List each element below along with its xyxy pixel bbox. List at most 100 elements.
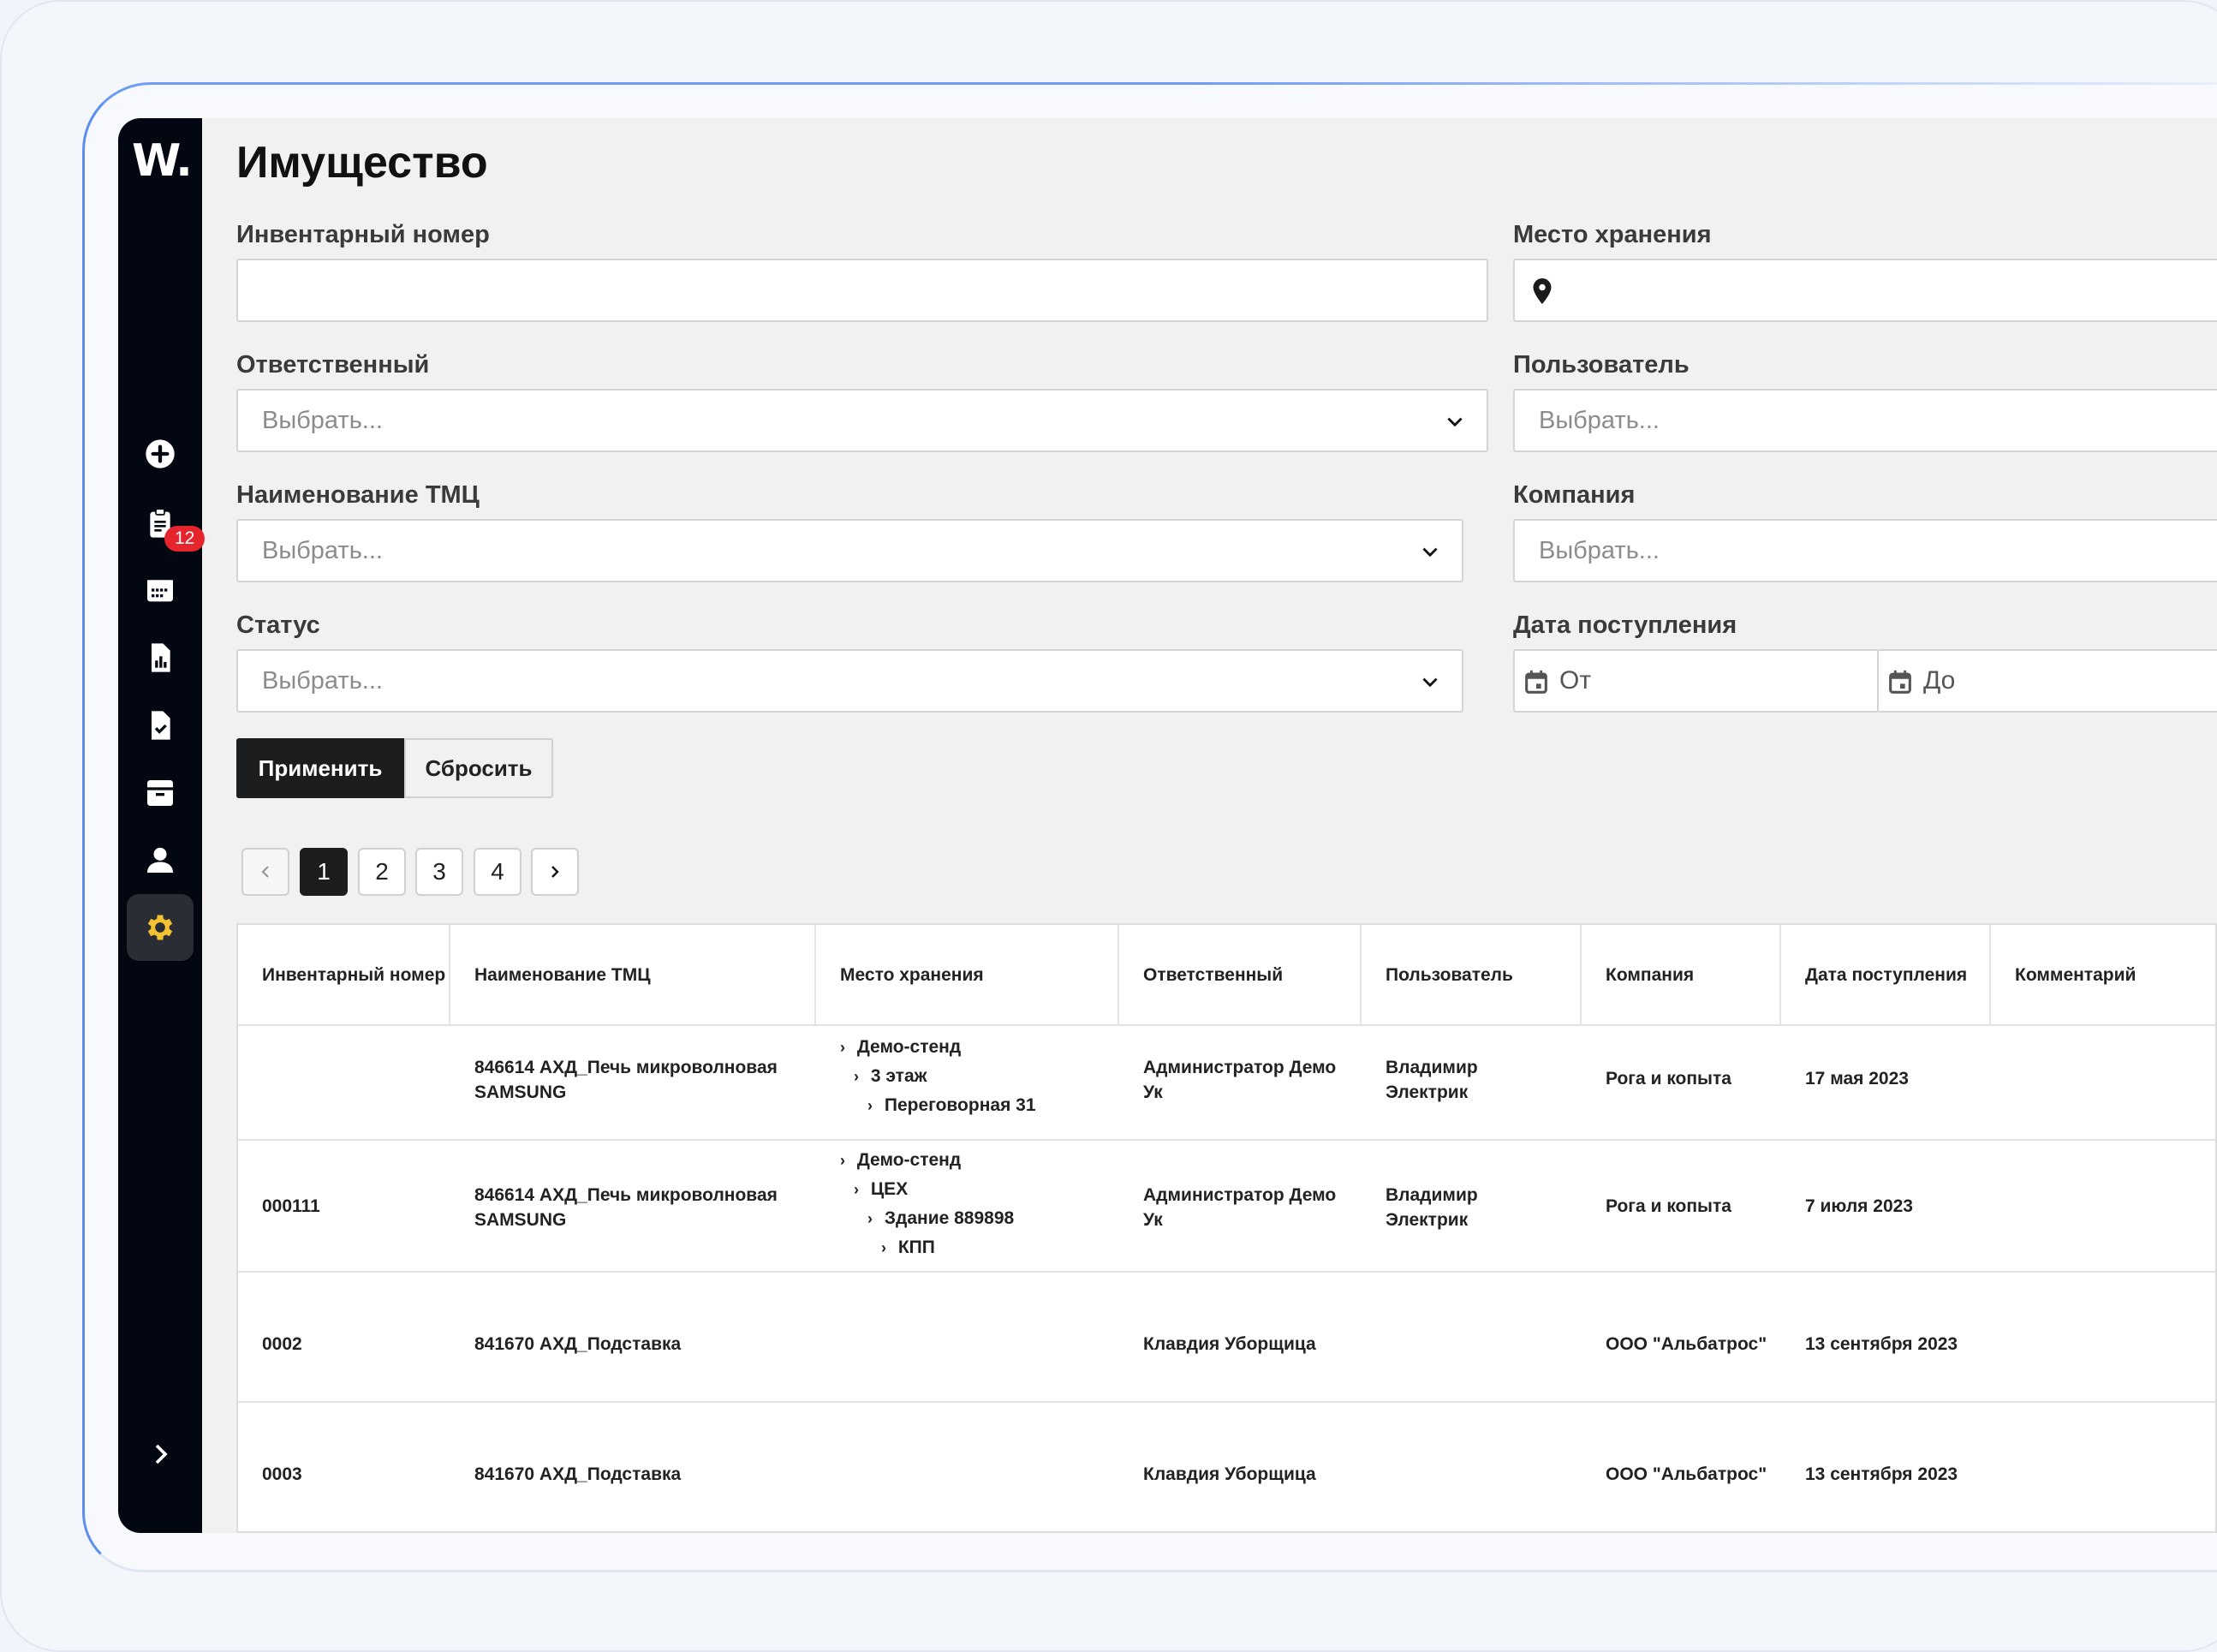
column-header-inventory-number[interactable]: Инвентарный номер (238, 925, 450, 1024)
column-header-storage-place[interactable]: Место хранения (816, 925, 1119, 1024)
cell-storage-place: › Демо-стенд › 3 этаж › Переговорная 31 (840, 1033, 1036, 1120)
cell-inventory-number: 000111 (262, 1196, 320, 1216)
cell-receipt-date: 13 сентября 2023 (1805, 1334, 1958, 1354)
chevron-right-icon: › (867, 1097, 873, 1114)
apply-button[interactable]: Применить (236, 738, 404, 798)
calendar-icon (1889, 670, 1911, 694)
status-select[interactable]: Выбрать... (236, 649, 1463, 713)
cell-item-name: 841670 АХД_Подставка (474, 1464, 682, 1484)
item-name-select[interactable]: Выбрать... (236, 519, 1463, 582)
column-header-receipt-date[interactable]: Дата поступления (1781, 925, 1991, 1024)
chevron-down-icon (1447, 417, 1463, 427)
company-select[interactable]: Выбрать... (1513, 519, 2217, 582)
row-divider (238, 1271, 2215, 1273)
tree-node: › Здание 889898 (867, 1204, 1014, 1233)
tree-node: › КПП (881, 1233, 1028, 1262)
cell-receipt-date: 13 сентября 2023 (1805, 1464, 1958, 1484)
user-icon (147, 847, 173, 873)
main-content: Имущество Инвентарный номер Место хранен… (236, 118, 2217, 1533)
column-header-responsible[interactable]: Ответственный (1119, 925, 1362, 1024)
cell-responsible: Администратор Демо Ук (1143, 1185, 1337, 1230)
cell-item-name: 841670 АХД_Подставка (474, 1334, 682, 1354)
chevron-right-icon: › (854, 1181, 859, 1198)
cell-company: Рога и копыта (1606, 1069, 1731, 1088)
sidebar-item-create[interactable] (127, 420, 194, 487)
app-logo[interactable]: W. (132, 135, 193, 187)
page-button-2[interactable]: 2 (358, 848, 406, 896)
receipt-date-label: Дата поступления (1513, 611, 1737, 639)
property-table: Инвентарный номер Наименование ТМЦ Место… (236, 923, 2217, 1533)
calendar-icon (1525, 670, 1547, 694)
sidebar-item-tasks[interactable]: 12 (127, 490, 206, 557)
chevron-right-icon: › (881, 1239, 886, 1256)
date-to-input[interactable]: До (1877, 649, 2217, 713)
sidebar: W. 12 (118, 118, 206, 1533)
cell-inventory-number: 0003 (262, 1464, 302, 1484)
cell-responsible: Клавдия Уборщица (1143, 1334, 1316, 1354)
cell-user: Владимир Электрик (1386, 1058, 1478, 1102)
plus-circle-icon (146, 439, 175, 468)
cell-storage-place: › Демо-стенд › ЦЕХ › Здание 889898 › КПП (840, 1146, 1014, 1262)
document-check-icon (152, 711, 170, 740)
prev-page-button[interactable] (241, 848, 289, 896)
sidebar-item-calendar[interactable] (127, 557, 194, 623)
status-label: Статус (236, 611, 320, 639)
sidebar-item-documents[interactable] (127, 692, 194, 759)
responsible-label: Ответственный (236, 351, 430, 379)
chevron-right-icon: › (840, 1039, 845, 1056)
sidebar-item-reports[interactable] (127, 624, 194, 691)
tree-node: › Переговорная 31 (867, 1091, 1036, 1120)
chevron-right-icon[interactable] (144, 1437, 178, 1471)
column-header-company[interactable]: Компания (1582, 925, 1781, 1024)
page-button-3[interactable]: 3 (415, 848, 463, 896)
gear-icon (147, 915, 173, 940)
date-from-input[interactable]: От (1513, 649, 1879, 713)
cell-company: ООО "Альбатрос" (1606, 1334, 1767, 1354)
page-button-1[interactable]: 1 (300, 848, 348, 896)
user-select[interactable]: Выбрать... (1513, 389, 2217, 452)
storage-place-input[interactable] (1513, 259, 2217, 322)
chevron-right-icon (551, 866, 559, 878)
tree-node: › ЦЕХ (854, 1175, 1000, 1204)
chevron-right-icon: › (867, 1210, 873, 1227)
chevron-down-icon (1422, 677, 1438, 688)
tree-node: › Демо-стенд (840, 1033, 1009, 1062)
cell-inventory-number: 0002 (262, 1334, 302, 1354)
cell-item-name: 846614 АХД_Печь микроволновая SAMSUNG (474, 1058, 778, 1102)
inventory-number-input[interactable] (236, 259, 1488, 322)
responsible-placeholder: Выбрать... (262, 407, 383, 434)
location-pin-icon (1533, 278, 1552, 304)
column-header-comment[interactable]: Комментарий (1991, 925, 2215, 1024)
responsible-select[interactable]: Выбрать... (236, 389, 1488, 452)
chevron-right-icon: › (854, 1068, 859, 1085)
column-header-item-name[interactable]: Наименование ТМЦ (450, 925, 816, 1024)
cell-responsible: Клавдия Уборщица (1143, 1464, 1316, 1484)
row-divider (238, 1401, 2215, 1403)
status-placeholder: Выбрать... (262, 667, 383, 695)
date-from-text: От (1559, 666, 1592, 695)
reset-button[interactable]: Сбросить (404, 738, 553, 798)
header-divider (238, 1024, 2215, 1026)
sidebar-item-users[interactable] (127, 826, 194, 893)
item-name-label: Наименование ТМЦ (236, 481, 480, 509)
user-placeholder: Выбрать... (1539, 407, 1660, 434)
notification-badge: 12 (164, 526, 206, 552)
next-page-button[interactable] (531, 848, 579, 896)
row-divider (238, 1139, 2215, 1141)
cell-receipt-date: 17 мая 2023 (1805, 1069, 1909, 1088)
tree-node: › 3 этаж (854, 1062, 1022, 1091)
sidebar-item-settings[interactable] (127, 894, 194, 961)
sidebar-item-property[interactable] (127, 760, 194, 826)
chevron-left-icon (261, 866, 269, 878)
cell-item-name: 846614 АХД_Печь микроволновая SAMSUNG (474, 1185, 778, 1230)
cell-responsible: Администратор Демо Ук (1143, 1058, 1337, 1102)
user-label: Пользователь (1513, 351, 1690, 379)
column-header-user[interactable]: Пользователь (1362, 925, 1582, 1024)
item-name-placeholder: Выбрать... (262, 537, 383, 564)
report-icon (152, 643, 170, 672)
inventory-number-label: Инвентарный номер (236, 221, 490, 248)
page-button-4[interactable]: 4 (474, 848, 521, 896)
cell-company: Рога и копыта (1606, 1196, 1731, 1216)
storage-place-label: Место хранения (1513, 221, 1712, 248)
cell-user: Владимир Электрик (1386, 1185, 1478, 1230)
